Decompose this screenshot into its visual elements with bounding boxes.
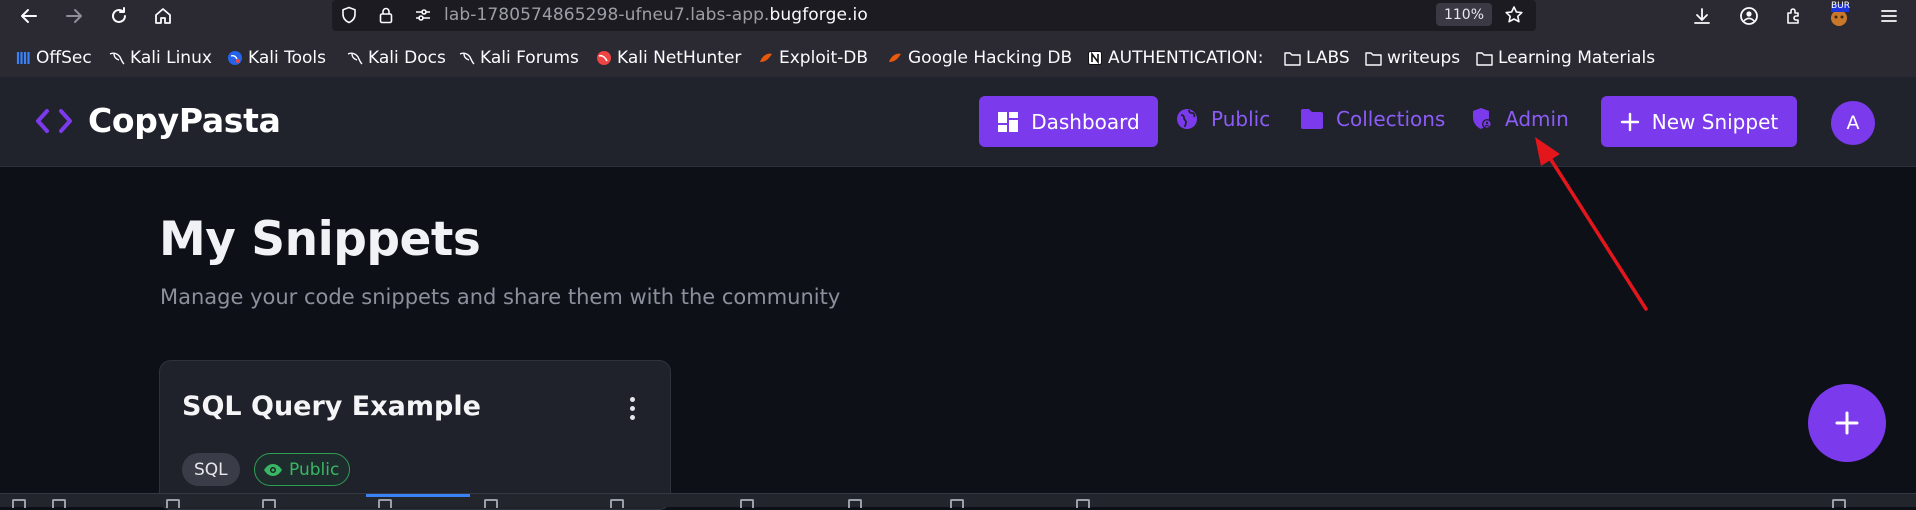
bookmark-kali-forums[interactable]: Kali Forums xyxy=(458,48,579,68)
visibility-label: Public xyxy=(289,459,340,480)
nav-collections[interactable]: Collections xyxy=(1300,107,1445,131)
extension-badge-text: BUR xyxy=(1831,1,1851,11)
page-title: My Snippets xyxy=(159,212,481,267)
snippet-title: SQL Query Example xyxy=(182,391,481,422)
bookmark-label: OffSec xyxy=(36,48,92,68)
collections-label: Collections xyxy=(1336,107,1446,131)
active-task-indicator xyxy=(366,494,470,497)
bookmark-label: Exploit-DB xyxy=(779,48,868,68)
extensions-icon[interactable] xyxy=(1781,3,1807,29)
visibility-badge: Public xyxy=(254,453,351,486)
star-icon[interactable] xyxy=(1503,4,1525,26)
notion-icon xyxy=(1086,50,1103,67)
plus-icon xyxy=(1835,411,1859,435)
account-icon[interactable] xyxy=(1736,3,1762,29)
code-brackets-icon xyxy=(36,108,72,133)
bookmark-label: Kali Tools xyxy=(248,48,326,68)
snippet-card[interactable]: SQL Query Example SQL Public xyxy=(159,360,671,510)
nav-admin[interactable]: Admin xyxy=(1471,107,1569,131)
bookmark-label: Google Hacking DB xyxy=(908,48,1073,68)
admin-label: Admin xyxy=(1505,107,1569,131)
nav-public[interactable]: Public xyxy=(1175,107,1270,131)
url-domain: bugforge.io xyxy=(769,5,868,25)
bookmarks-bar: OffSec Kali Linux Kali Tools Kali Docs K… xyxy=(0,41,1916,74)
bookmark-kali-tools[interactable]: Kali Tools xyxy=(226,48,326,68)
language-badge: SQL xyxy=(182,453,240,486)
forward-arrow-icon[interactable] xyxy=(61,3,87,29)
app-name: CopyPasta xyxy=(88,101,281,140)
bookmark-authentication[interactable]: AUTHENTICATION: xyxy=(1086,48,1264,68)
ghdb-icon xyxy=(886,50,903,67)
url-text[interactable]: lab-1780574865298-ufneu7.labs-app.bugfor… xyxy=(444,5,868,25)
more-options-icon[interactable] xyxy=(620,393,644,423)
app-logo[interactable]: CopyPasta xyxy=(34,101,281,140)
bookmark-label: writeups xyxy=(1387,48,1461,68)
folder-icon xyxy=(1365,50,1382,67)
bookmark-kali-nethunter[interactable]: Kali NetHunter xyxy=(595,48,741,68)
url-prefix: lab-1780574865298-ufneu7.labs-app. xyxy=(444,5,770,25)
exploitdb-icon xyxy=(757,50,774,67)
public-label: Public xyxy=(1211,107,1271,131)
site-settings-icon[interactable] xyxy=(412,4,434,26)
page-subtitle: Manage your code snippets and share them… xyxy=(160,285,841,309)
folder-icon xyxy=(1284,50,1301,67)
bookmark-writeups[interactable]: writeups xyxy=(1365,48,1460,68)
bookmark-label: AUTHENTICATION: xyxy=(1108,48,1264,68)
toolbar-gap xyxy=(0,31,1916,41)
bookmark-exploit-db[interactable]: Exploit-DB xyxy=(757,48,868,68)
taskbar xyxy=(0,493,1916,508)
dashboard-icon xyxy=(998,111,1019,132)
extension-badge-icon[interactable]: BUR xyxy=(1826,1,1852,29)
bookmark-learning-materials[interactable]: Learning Materials xyxy=(1476,48,1655,68)
bookmark-label: Kali Docs xyxy=(368,48,446,68)
bookmark-label: Learning Materials xyxy=(1498,48,1656,68)
lock-icon[interactable] xyxy=(375,4,397,26)
add-snippet-fab[interactable] xyxy=(1808,384,1886,462)
back-arrow-icon[interactable] xyxy=(16,3,42,29)
bookmark-label: LABS xyxy=(1306,48,1350,68)
eye-icon xyxy=(264,463,282,476)
kali-tools-icon xyxy=(226,50,243,67)
avatar[interactable]: A xyxy=(1831,101,1875,145)
admin-shield-icon xyxy=(1473,108,1492,129)
dashboard-label: Dashboard xyxy=(1031,109,1140,134)
folder-icon xyxy=(1476,50,1493,67)
app-header: CopyPasta Dashboard Public Collections A… xyxy=(0,77,1916,167)
kali-dragon-icon xyxy=(458,50,475,67)
bookmark-kali-docs[interactable]: Kali Docs xyxy=(346,48,446,68)
browser-toolbar: lab-1780574865298-ufneu7.labs-app.bugfor… xyxy=(0,0,1916,31)
nethunter-icon xyxy=(595,50,612,67)
kali-dragon-icon xyxy=(346,50,363,67)
url-bar[interactable]: lab-1780574865298-ufneu7.labs-app.bugfor… xyxy=(332,0,1536,31)
bookmark-label: Kali Linux xyxy=(130,48,212,68)
zoom-indicator[interactable]: 110% xyxy=(1436,3,1492,26)
folder-icon xyxy=(1301,109,1323,129)
new-snippet-label: New Snippet xyxy=(1651,109,1779,134)
plus-icon xyxy=(1620,112,1639,131)
download-icon[interactable] xyxy=(1689,3,1715,29)
bookmark-offsec[interactable]: OffSec xyxy=(14,48,92,68)
bookmark-label: Kali Forums xyxy=(480,48,579,68)
globe-icon xyxy=(1177,109,1197,129)
reload-icon[interactable] xyxy=(106,3,132,29)
new-snippet-button[interactable]: New Snippet xyxy=(1601,96,1797,147)
shield-icon[interactable] xyxy=(338,4,360,26)
kali-dragon-icon xyxy=(108,50,125,67)
bookmark-label: Kali NetHunter xyxy=(617,48,742,68)
menu-icon[interactable] xyxy=(1876,3,1902,29)
dashboard-button[interactable]: Dashboard xyxy=(979,96,1158,147)
offsec-icon xyxy=(14,50,31,67)
main-content: My Snippets Manage your code snippets an… xyxy=(0,167,1916,510)
bookmark-google-hacking-db[interactable]: Google Hacking DB xyxy=(886,48,1072,68)
bookmark-kali-linux[interactable]: Kali Linux xyxy=(108,48,212,68)
home-icon[interactable] xyxy=(150,3,176,29)
bookmark-labs[interactable]: LABS xyxy=(1284,48,1350,68)
